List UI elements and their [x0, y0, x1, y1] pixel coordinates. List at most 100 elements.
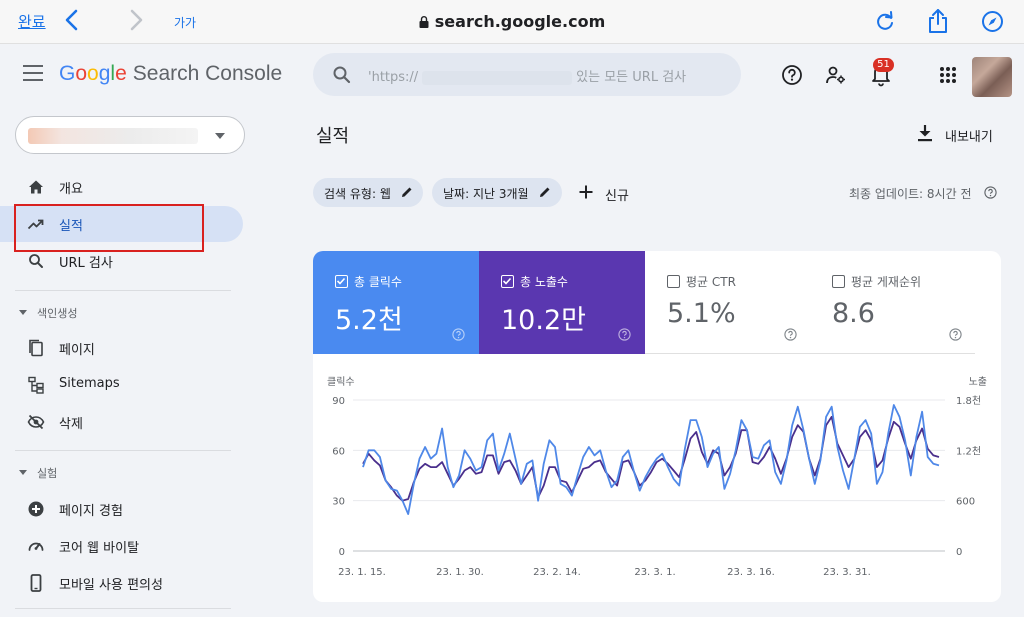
metric-checkbox[interactable]	[335, 275, 348, 288]
y-axis-label-right: 노출	[969, 376, 987, 388]
help-icon[interactable]	[618, 328, 631, 341]
last-updated-text: 최종 업데이트: 8시간 전	[849, 187, 972, 201]
sidebar: 개요 실적 URL 검사 색인생성 페이지 Sitemaps 삭제 실험 페이지…	[0, 105, 255, 617]
sidebar-item-pages[interactable]: 페이지	[0, 330, 243, 366]
sidebar-divider	[15, 290, 231, 291]
filter-chip-label: 날짜: 지난 3개월	[443, 187, 529, 201]
browser-toolbar: 완료 가가 search.google.com	[0, 0, 1024, 44]
search-placeholder: 'https://있는 모든 URL 검사	[368, 70, 687, 85]
metric-value: 5.1%	[667, 298, 736, 329]
section-header-experience[interactable]: 실험	[19, 465, 57, 481]
x-tick-label: 23. 3. 1.	[634, 567, 675, 578]
edit-pencil-icon[interactable]	[539, 186, 551, 198]
sidebar-item-page-experience[interactable]: 페이지 경험	[0, 491, 243, 527]
sitemap-icon	[28, 376, 44, 394]
filter-chip-date[interactable]: 날짜: 지난 3개월	[432, 178, 562, 207]
section-header-indexing[interactable]: 색인생성	[19, 305, 77, 321]
sidebar-divider	[15, 450, 231, 451]
edit-pencil-icon[interactable]	[401, 186, 413, 198]
url-text: search.google.com	[434, 12, 606, 31]
property-selector[interactable]	[15, 116, 245, 154]
share-icon[interactable]	[927, 8, 949, 34]
performance-card: 총 클릭수 5.2천 총 노출수 10.2만 평균 CTR 5.1% 평균 게재…	[313, 251, 1001, 602]
series-line	[362, 415, 940, 502]
speedometer-icon	[28, 542, 44, 551]
sidebar-item-removals[interactable]: 삭제	[0, 404, 243, 440]
y-tick-label-left: 90	[332, 396, 345, 407]
product-name: Search Console	[132, 62, 283, 85]
metric-card-average-ctr[interactable]: 평균 CTR 5.1%	[645, 251, 811, 354]
menu-icon[interactable]	[23, 65, 43, 81]
sidebar-item-label: 삭제	[59, 417, 83, 432]
filter-chip-label: 검색 유형: 웹	[324, 187, 391, 201]
plus-icon	[579, 185, 593, 199]
help-icon[interactable]	[781, 64, 803, 86]
phone-icon	[30, 574, 42, 592]
collapse-triangle-icon	[19, 470, 27, 475]
search-icon	[333, 66, 351, 84]
metric-card-average-position[interactable]: 평균 게재순위 8.6	[810, 251, 975, 354]
sidebar-item-label: URL 검사	[59, 256, 113, 271]
sidebar-item-label: Sitemaps	[59, 376, 120, 391]
metric-card-total-impressions[interactable]: 총 노출수 10.2만	[479, 251, 645, 354]
text-size-button[interactable]: 가가	[174, 14, 196, 31]
page-title: 실적	[316, 126, 350, 147]
metric-checkbox[interactable]	[501, 275, 514, 288]
address-bar[interactable]: search.google.com	[0, 12, 1024, 31]
x-tick-label: 23. 3. 16.	[727, 567, 775, 578]
export-label: 내보내기	[945, 130, 993, 145]
back-arrow-icon[interactable]	[62, 8, 82, 32]
redacted-property-name	[28, 128, 198, 144]
sidebar-item-url-inspection[interactable]: URL 검사	[0, 243, 243, 279]
sidebar-item-core-web-vitals[interactable]: 코어 웹 바이탈	[0, 528, 243, 564]
lock-icon	[419, 16, 429, 28]
download-icon	[918, 125, 932, 142]
help-icon[interactable]	[949, 328, 962, 341]
metric-label: 평균 게재순위	[851, 275, 922, 289]
add-filter-label: 신규	[605, 189, 629, 204]
help-icon[interactable]	[452, 328, 465, 341]
metric-value: 5.2천	[335, 305, 403, 336]
metric-label: 총 클릭수	[354, 275, 402, 289]
y-tick-label-right: 1.8천	[956, 395, 981, 407]
filter-chip-search-type[interactable]: 검색 유형: 웹	[313, 178, 423, 207]
manage-accounts-icon[interactable]	[825, 64, 847, 86]
sidebar-divider	[15, 608, 231, 609]
compass-icon[interactable]	[981, 10, 1004, 33]
sidebar-item-label: 개요	[59, 182, 83, 197]
account-avatar[interactable]	[972, 57, 1012, 97]
metric-card-total-clicks[interactable]: 총 클릭수 5.2천	[313, 251, 479, 354]
sidebar-item-overview[interactable]: 개요	[0, 169, 243, 205]
metric-checkbox[interactable]	[667, 275, 680, 288]
url-inspection-search[interactable]: 'https://있는 모든 URL 검사	[313, 53, 741, 96]
performance-line-chart: 클릭수 노출 90 1.8천 60 1.2천 30 600 0 0 23. 1. 15. 23. 1.…	[327, 376, 987, 578]
help-icon[interactable]	[984, 186, 997, 199]
home-icon	[29, 180, 43, 194]
x-tick-label: 23. 2. 14.	[533, 567, 581, 578]
search-console-logo[interactable]: Google Search Console	[59, 62, 282, 86]
sidebar-item-sitemaps[interactable]: Sitemaps	[0, 367, 243, 403]
metric-checkbox[interactable]	[832, 275, 845, 288]
sidebar-item-mobile-usability[interactable]: 모바일 사용 편의성	[0, 565, 243, 601]
apps-grid-icon[interactable]	[939, 66, 957, 84]
y-tick-label-right: 0	[956, 547, 962, 558]
y-axis-label-left: 클릭수	[327, 376, 355, 388]
app-header: Google Search Console 'https://있는 모든 URL …	[0, 45, 1024, 105]
forward-arrow-icon[interactable]	[126, 8, 146, 32]
metric-value: 8.6	[832, 298, 875, 329]
sidebar-item-label: 페이지	[59, 343, 95, 358]
plus-circle-icon	[28, 501, 44, 517]
x-tick-label: 23. 1. 15.	[338, 567, 386, 578]
x-tick-label: 23. 1. 30.	[436, 567, 484, 578]
x-tick-label: 23. 3. 31.	[823, 567, 871, 578]
y-tick-label-right: 600	[956, 497, 975, 508]
sidebar-item-label: 페이지 경험	[59, 504, 123, 519]
done-button[interactable]: 완료	[18, 11, 46, 32]
y-tick-label-left: 0	[339, 547, 345, 558]
y-tick-label-left: 60	[332, 446, 345, 457]
sidebar-item-label: 코어 웹 바이탈	[59, 541, 140, 556]
reload-icon[interactable]	[874, 10, 896, 32]
help-icon[interactable]	[784, 328, 797, 341]
pages-icon	[29, 339, 43, 357]
visibility-off-icon	[27, 414, 45, 430]
